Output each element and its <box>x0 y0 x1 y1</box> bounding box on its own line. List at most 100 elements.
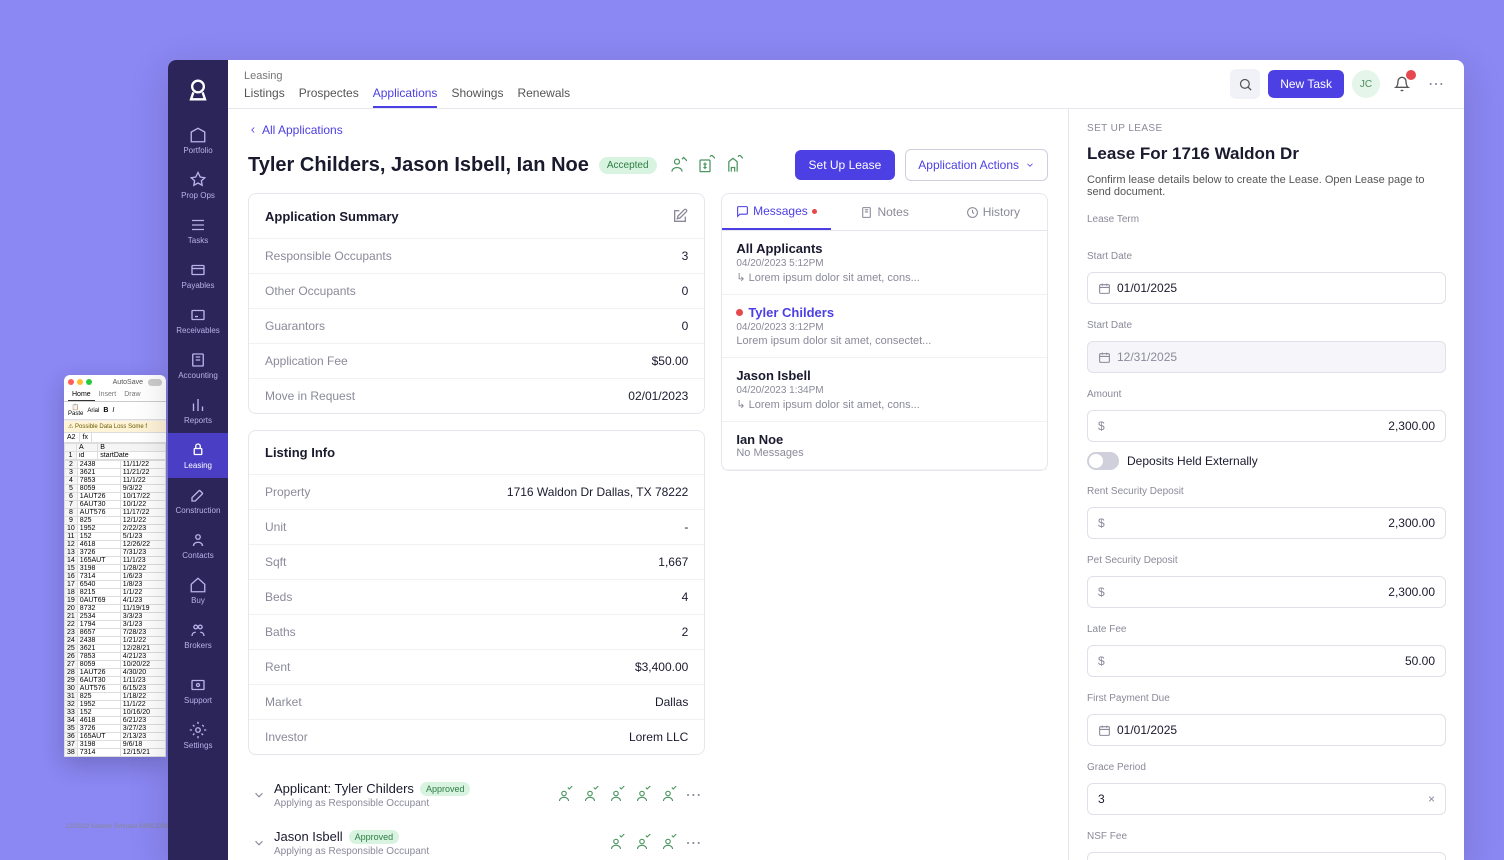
header-status-icons <box>667 155 743 175</box>
back-link[interactable]: All Applications <box>248 123 1048 137</box>
sidebar-item-support[interactable]: Support <box>168 668 228 713</box>
tab-renewals[interactable]: Renewals <box>517 86 570 108</box>
amount-input[interactable]: $2,300.00 <box>1087 410 1446 442</box>
pet-deposit-label: Pet Security Deposit <box>1087 555 1446 566</box>
tab-messages[interactable]: Messages <box>722 194 830 230</box>
status-badge: Approved <box>349 830 400 844</box>
tab-showings[interactable]: Showings <box>451 86 503 108</box>
app-logo[interactable] <box>184 76 212 104</box>
sidebar-item-buy[interactable]: Buy <box>168 568 228 613</box>
spreadsheet-data[interactable]: 2243811/11/223362111/21/224785311/1/2258… <box>64 460 166 757</box>
sidebar-item-accounting[interactable]: Accounting <box>168 343 228 388</box>
app-window: PortfolioProp OpsTasksPayablesReceivable… <box>168 60 1464 860</box>
sidebar-item-brokers[interactable]: Brokers <box>168 613 228 658</box>
window-close-icon[interactable] <box>68 379 74 385</box>
edit-icon[interactable] <box>672 208 688 224</box>
deposits-toggle[interactable] <box>1087 452 1119 470</box>
receivables-icon <box>189 306 207 324</box>
font-selector[interactable]: Arial <box>87 408 99 414</box>
set-up-lease-button[interactable]: Set Up Lease <box>795 150 896 180</box>
message-item[interactable]: Tyler Childers04/20/2023 3:12PMLorem ips… <box>722 295 1047 358</box>
sidebar-item-receivables[interactable]: Receivables <box>168 298 228 343</box>
summary-row: Guarantors0 <box>249 308 704 343</box>
window-minimize-icon[interactable] <box>77 379 83 385</box>
sidebar-item-prop-ops[interactable]: Prop Ops <box>168 163 228 208</box>
spreadsheet-titlebar: AutoSave <box>64 375 166 389</box>
settings-icon <box>189 721 207 739</box>
grace-period-input[interactable]: 3× <box>1087 783 1446 815</box>
sidebar-item-portfolio[interactable]: Portfolio <box>168 118 228 163</box>
nsf-fee-label: NSF Fee <box>1087 831 1446 842</box>
tab-listings[interactable]: Listings <box>244 86 285 108</box>
autosave-toggle[interactable] <box>148 379 162 386</box>
clear-icon[interactable]: × <box>1428 792 1435 806</box>
deposits-toggle-label: Deposits Held Externally <box>1127 454 1258 468</box>
start-date-input[interactable]: 01/01/2025 <box>1087 272 1446 304</box>
calendar-icon <box>1098 282 1111 295</box>
chevron-down-icon[interactable] <box>252 788 266 802</box>
tab-insert[interactable]: Insert <box>95 389 121 401</box>
more-menu-button[interactable]: ⋯ <box>1424 74 1448 94</box>
search-icon <box>1238 77 1253 92</box>
pet-deposit-input[interactable]: $2,300.00 <box>1087 576 1446 608</box>
end-date-input[interactable]: 12/31/2025 <box>1087 341 1446 373</box>
listing-row: Beds4 <box>249 579 704 614</box>
message-item[interactable]: Jason Isbell04/20/2023 1:34PM↳ Lorem ips… <box>722 358 1047 422</box>
rent-deposit-label: Rent Security Deposit <box>1087 486 1446 497</box>
applicant-row: Applicant: Tyler ChildersApprovedApplyin… <box>248 771 705 819</box>
late-fee-input[interactable]: $50.00 <box>1087 645 1446 677</box>
notifications-button[interactable] <box>1388 70 1416 98</box>
applicant-check-icon <box>633 834 651 852</box>
tab-prospectes[interactable]: Prospectes <box>299 86 359 108</box>
history-icon <box>966 206 979 219</box>
tab-draw[interactable]: Draw <box>120 389 144 401</box>
chevron-down-icon[interactable] <box>252 836 266 850</box>
dollar-check-icon <box>695 155 715 175</box>
application-actions-button[interactable]: Application Actions <box>905 149 1048 181</box>
tab-home[interactable]: Home <box>68 389 95 401</box>
spreadsheet-grid[interactable]: AB 1idstartDate <box>64 443 166 460</box>
search-button[interactable] <box>1230 69 1260 99</box>
panel-description: Confirm lease details below to create th… <box>1087 174 1446 198</box>
bold-button[interactable]: B <box>103 407 108 414</box>
fx-button[interactable]: fx <box>80 433 92 442</box>
listing-row: InvestorLorem LLC <box>249 719 704 754</box>
sidebar-item-leasing[interactable]: Leasing <box>168 433 228 478</box>
message-item[interactable]: All Applicants04/20/2023 5:12PM↳ Lorem i… <box>722 231 1047 295</box>
sidebar-item-construction[interactable]: Construction <box>168 478 228 523</box>
applicant-check-icon <box>633 786 651 804</box>
tab-applications[interactable]: Applications <box>373 86 438 108</box>
summary-row: Application Fee$50.00 <box>249 343 704 378</box>
rent-deposit-input[interactable]: $2,300.00 <box>1087 507 1446 539</box>
buy-icon <box>189 576 207 594</box>
italic-button[interactable]: I <box>112 407 114 414</box>
breadcrumb[interactable]: Leasing <box>244 70 1230 82</box>
summary-row: Other Occupants0 <box>249 273 704 308</box>
cell-ref[interactable]: A2 <box>64 433 80 442</box>
message-icon <box>736 205 749 218</box>
sidebar-item-payables[interactable]: Payables <box>168 253 228 298</box>
window-maximize-icon[interactable] <box>86 379 92 385</box>
sidebar-item-tasks[interactable]: Tasks <box>168 208 228 253</box>
sidebar-item-contacts[interactable]: Contacts <box>168 523 228 568</box>
status-badge: Approved <box>420 782 471 796</box>
sidebar-item-settings[interactable]: Settings <box>168 713 228 758</box>
listing-info-card: Listing Info Property1716 Waldon Dr Dall… <box>248 430 705 755</box>
sidebar-item-reports[interactable]: Reports <box>168 388 228 433</box>
tab-history[interactable]: History <box>939 194 1047 230</box>
message-item[interactable]: Ian NoeNo Messages <box>722 422 1047 470</box>
paste-button[interactable]: 📋 Paste <box>68 404 83 417</box>
more-icon[interactable]: ⋯ <box>685 785 701 805</box>
tab-notes[interactable]: Notes <box>831 194 939 230</box>
nsf-fee-input[interactable]: $25.00 <box>1087 852 1446 860</box>
more-icon[interactable]: ⋯ <box>685 833 701 853</box>
panel-eyebrow: SET UP LEASE <box>1087 123 1446 134</box>
first-payment-input[interactable]: 01/01/2025 <box>1087 714 1446 746</box>
notification-badge <box>1406 70 1416 80</box>
user-avatar[interactable]: JC <box>1352 70 1380 98</box>
lease-term-label: Lease Term <box>1087 214 1446 225</box>
listing-row: Sqft1,667 <box>249 544 704 579</box>
chevron-left-icon <box>248 125 258 135</box>
new-task-button[interactable]: New Task <box>1268 70 1344 98</box>
late-fee-label: Late Fee <box>1087 624 1446 635</box>
